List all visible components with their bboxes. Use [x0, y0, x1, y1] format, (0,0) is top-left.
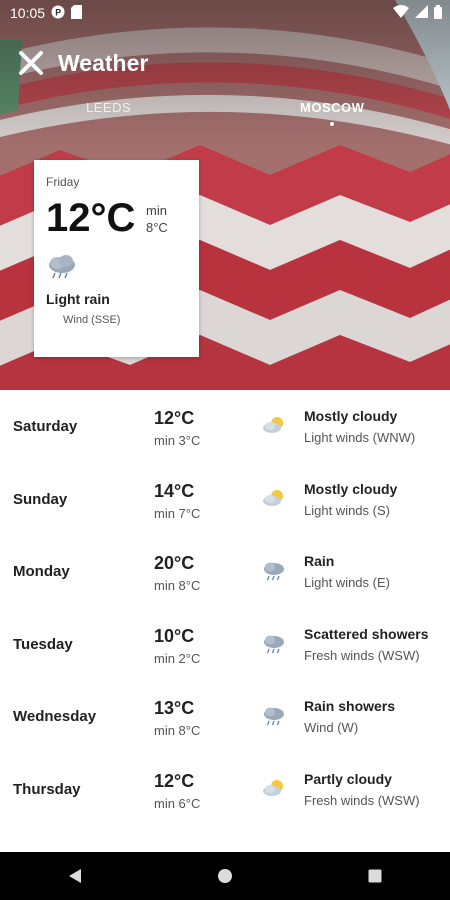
forecast-condition: Rain — [304, 553, 335, 569]
forecast-condition: Mostly cloudy — [304, 480, 398, 497]
forecast-day: Monday — [13, 563, 70, 580]
forecast-condition: Scattered showers — [304, 625, 429, 642]
forecast-row-thursday[interactable]: Thursday 12°C min 6°C Partly cloudy Fres… — [0, 753, 450, 826]
forecast-high: 12°C — [154, 408, 195, 428]
notification-icon: P — [51, 5, 65, 22]
system-navigation-bar — [0, 852, 450, 900]
forecast-day: Saturday — [13, 418, 78, 435]
forecast-high: 20°C — [154, 553, 195, 573]
tab-leeds[interactable]: LEEDS — [86, 100, 131, 115]
city-tabs: LEEDS MOSCOW — [0, 96, 450, 136]
current-min-label: min — [146, 203, 167, 218]
current-min: min 8°C — [146, 202, 168, 236]
rain-cloud-icon — [262, 634, 286, 659]
forecast-row-sunday[interactable]: Sunday 14°C min 7°C Mostly cloudy Light … — [0, 463, 450, 536]
recents-square-icon — [368, 869, 382, 883]
current-temperature: 12°C — [46, 196, 136, 240]
partly-cloudy-icon — [262, 489, 286, 512]
close-icon — [19, 51, 43, 75]
forecast-day: Wednesday — [13, 708, 97, 725]
signal-icon — [415, 5, 428, 21]
forecast-wind: Wind (W) — [304, 720, 359, 735]
page-title: Weather — [58, 49, 149, 76]
tab-moscow[interactable]: MOSCOW — [300, 100, 364, 115]
battery-icon — [434, 4, 442, 22]
forecast-list: Saturday 12°C min 3°C Mostly cloudy Ligh… — [0, 390, 450, 825]
home-circle-icon — [218, 869, 232, 883]
wifi-icon — [393, 5, 409, 21]
forecast-wind: Fresh winds (WSW) — [304, 792, 420, 808]
current-min-temp: 8°C — [146, 220, 168, 235]
forecast-high: 14°C — [154, 480, 195, 501]
forecast-condition: Partly cloudy — [304, 770, 392, 787]
partly-cloudy-icon — [262, 416, 286, 439]
rain-cloud-icon — [262, 706, 286, 731]
status-bar: 10:05 P — [0, 0, 450, 26]
forecast-row-saturday[interactable]: Saturday 12°C min 3°C Mostly cloudy Ligh… — [0, 390, 450, 463]
current-day: Friday — [46, 175, 80, 189]
active-tab-indicator — [330, 122, 334, 126]
forecast-low: min 7°C — [154, 505, 201, 521]
forecast-wind: Fresh winds (WSW) — [304, 647, 420, 663]
forecast-wind: Light winds (E) — [304, 575, 390, 590]
forecast-low: min 2°C — [154, 650, 201, 666]
current-condition: Light rain — [46, 291, 110, 307]
sd-card-icon — [71, 4, 83, 22]
current-weather-card[interactable]: Friday 12°C min 8°C Light rain Wind (SSE… — [34, 160, 199, 357]
forecast-row-tuesday[interactable]: Tuesday 10°C min 2°C Scattered showers F… — [0, 608, 450, 681]
forecast-high: 12°C — [154, 770, 195, 791]
forecast-wind: Light winds (S) — [304, 502, 390, 518]
forecast-high: 10°C — [154, 625, 195, 646]
forecast-condition: Rain showers — [304, 698, 396, 714]
forecast-high: 13°C — [154, 698, 195, 718]
forecast-day: Sunday — [13, 490, 68, 508]
back-triangle-icon — [69, 869, 81, 883]
forecast-low: min 8°C — [154, 723, 201, 738]
home-button[interactable] — [195, 852, 255, 900]
forecast-row-monday[interactable]: Monday 20°C min 8°C Rain Light winds (E) — [0, 535, 450, 608]
rain-cloud-icon — [46, 254, 78, 285]
current-wind: Wind (SSE) — [63, 314, 121, 326]
back-button[interactable] — [45, 852, 105, 900]
close-button[interactable] — [6, 40, 56, 86]
forecast-day: Tuesday — [13, 635, 73, 653]
forecast-low: min 8°C — [154, 578, 201, 593]
forecast-row-wednesday[interactable]: Wednesday 13°C min 8°C Rain showers Wind… — [0, 680, 450, 753]
svg-text:P: P — [55, 7, 61, 17]
status-time: 10:05 — [10, 5, 46, 21]
forecast-condition: Mostly cloudy — [304, 408, 398, 424]
partly-cloudy-icon — [262, 779, 286, 802]
rain-cloud-icon — [262, 561, 286, 586]
forecast-day: Thursday — [13, 780, 81, 798]
forecast-low: min 3°C — [154, 433, 201, 448]
forecast-wind: Light winds (WNW) — [304, 430, 416, 445]
app-bar: Weather — [0, 40, 450, 86]
recents-button[interactable] — [345, 852, 405, 900]
forecast-low: min 6°C — [154, 795, 201, 811]
